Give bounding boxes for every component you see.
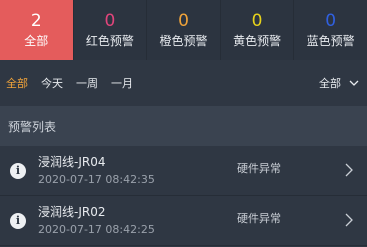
alert-text: 浸润线-JR04 2020-07-17 08:42:35 [38, 155, 155, 187]
section-title: 预警列表 [8, 119, 57, 134]
alert-status: 硬件异常 [237, 162, 281, 175]
chevron-right-icon [345, 163, 353, 177]
tab-yellow-warning[interactable]: 0 黄色预警 [221, 0, 295, 60]
tab-count: 2 [30, 11, 42, 31]
chevron-right-icon [345, 213, 353, 227]
tab-label: 全部 [24, 34, 49, 48]
tab-count: 0 [325, 11, 337, 31]
time-filter-bar: 全部 今天 一周 一月 全部 [0, 60, 367, 106]
info-icon: i [10, 162, 26, 179]
info-icon: i [10, 212, 26, 229]
tab-orange-warning[interactable]: 0 橙色预警 [147, 0, 221, 60]
tab-label: 橙色预警 [159, 34, 208, 48]
tab-label: 黄色预警 [233, 34, 282, 48]
type-filter-dropdown[interactable]: 全部 [319, 60, 359, 106]
dropdown-label: 全部 [319, 77, 341, 90]
alert-list: i 浸润线-JR04 2020-07-17 08:42:35 硬件异常 i 浸润… [0, 146, 367, 246]
alert-name: 浸润线-JR02 [38, 204, 106, 219]
chevron-down-icon [349, 80, 359, 86]
section-header: 预警列表 [0, 106, 367, 146]
tab-count: 0 [178, 11, 189, 31]
filter-month[interactable]: 一月 [111, 75, 133, 91]
alert-time: 2020-07-17 08:42:35 [38, 172, 155, 186]
filter-all[interactable]: 全部 [6, 75, 28, 91]
warning-app: 2 全部 0 红色预警 0 橙色预警 0 黄色预警 0 蓝色预警 全部 今天 一… [0, 0, 367, 247]
alert-text: 浸润线-JR02 2020-07-17 08:42:25 [38, 205, 155, 237]
filter-today[interactable]: 今天 [41, 75, 63, 91]
tab-blue-warning[interactable]: 0 蓝色预警 [294, 0, 367, 60]
tab-label: 蓝色预警 [306, 34, 355, 48]
filter-week[interactable]: 一周 [76, 75, 98, 91]
alert-time: 2020-07-17 08:42:25 [38, 222, 155, 236]
alert-status: 硬件异常 [237, 212, 281, 225]
list-item[interactable]: i 浸润线-JR02 2020-07-17 08:42:25 硬件异常 [0, 196, 367, 246]
list-item[interactable]: i 浸润线-JR04 2020-07-17 08:42:35 硬件异常 [0, 146, 367, 196]
tab-count: 0 [251, 11, 263, 31]
tab-all[interactable]: 2 全部 [0, 0, 74, 60]
tab-label: 红色预警 [85, 34, 134, 48]
warning-level-tabs: 2 全部 0 红色预警 0 橙色预警 0 黄色预警 0 蓝色预警 [0, 0, 367, 60]
tab-red-warning[interactable]: 0 红色预警 [74, 0, 148, 60]
tab-count: 0 [104, 11, 116, 31]
alert-name: 浸润线-JR04 [38, 154, 106, 169]
